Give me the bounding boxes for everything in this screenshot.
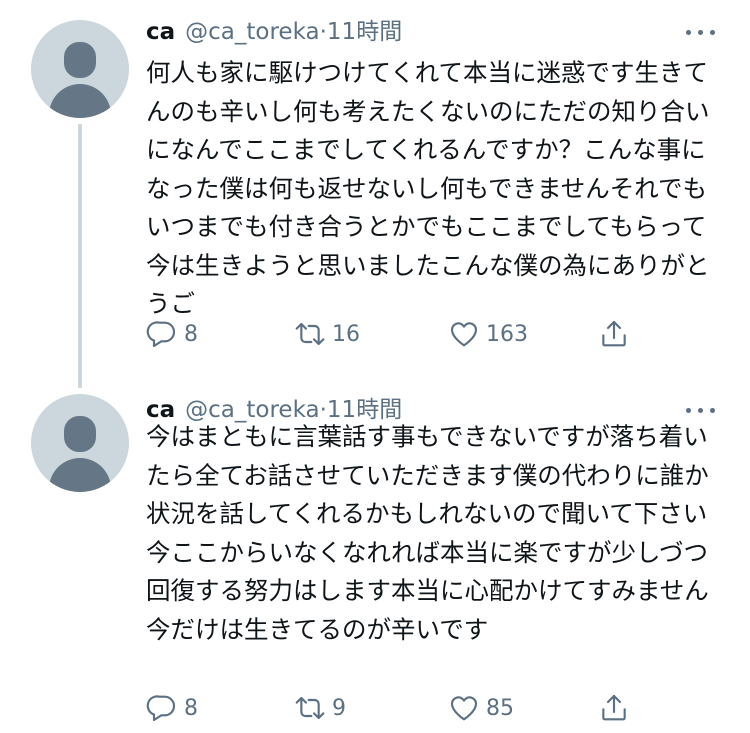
tweet-actions: 8 16 163 [146, 316, 646, 352]
avatar-body-icon [49, 84, 111, 118]
retweet-button[interactable]: 16 [294, 316, 360, 352]
heart-icon [450, 696, 478, 721]
share-button[interactable] [598, 316, 630, 352]
reply-icon [146, 695, 176, 722]
retweet-count: 9 [332, 695, 346, 721]
share-icon [602, 320, 626, 347]
timestamp[interactable]: 11時間 [327, 19, 402, 45]
tweet[interactable]: ca @ca_toreka·11時間 今はまともに言葉話す事もできないですが落ち着… [0, 380, 750, 733]
tweet-header: ca @ca_toreka·11時間 [146, 14, 710, 50]
separator-dot: · [319, 19, 327, 45]
avatar[interactable] [31, 20, 129, 118]
like-count: 85 [486, 695, 514, 721]
reply-count: 8 [184, 695, 198, 721]
retweet-icon [295, 322, 325, 346]
avatar-body-icon [49, 458, 111, 492]
like-count: 163 [486, 321, 528, 347]
share-button[interactable] [598, 690, 630, 726]
user-handle[interactable]: @ca_toreka [185, 19, 319, 45]
tweet-text: 今はまともに言葉話す事もできないですが落ち着いたら全てお話させていただきます僕の… [146, 422, 709, 644]
reply-button[interactable]: 8 [146, 690, 198, 726]
retweet-button[interactable]: 9 [294, 690, 346, 726]
avatar[interactable] [31, 394, 129, 492]
like-button[interactable]: 163 [448, 316, 528, 352]
retweet-count: 16 [332, 321, 360, 347]
like-button[interactable]: 85 [448, 690, 514, 726]
more-icon[interactable] [684, 400, 718, 420]
avatar-head-icon [64, 42, 96, 78]
tweet-actions: 8 9 85 [146, 690, 646, 726]
display-name[interactable]: ca [146, 19, 175, 45]
heart-icon [450, 322, 478, 347]
tweet-text: 何人も家に駆けつけてくれて本当に迷惑です生きてんのも辛いし何も考えたくないのにた… [146, 58, 710, 318]
tweet[interactable]: ca @ca_toreka·11時間 何人も家に駆けつけてくれて本当に迷惑です生き… [0, 0, 750, 380]
retweet-icon [295, 696, 325, 720]
reply-icon [146, 321, 176, 348]
more-icon[interactable] [684, 22, 718, 42]
reply-count: 8 [184, 321, 198, 347]
avatar-head-icon [64, 416, 96, 452]
share-icon [602, 694, 626, 721]
reply-button[interactable]: 8 [146, 316, 198, 352]
